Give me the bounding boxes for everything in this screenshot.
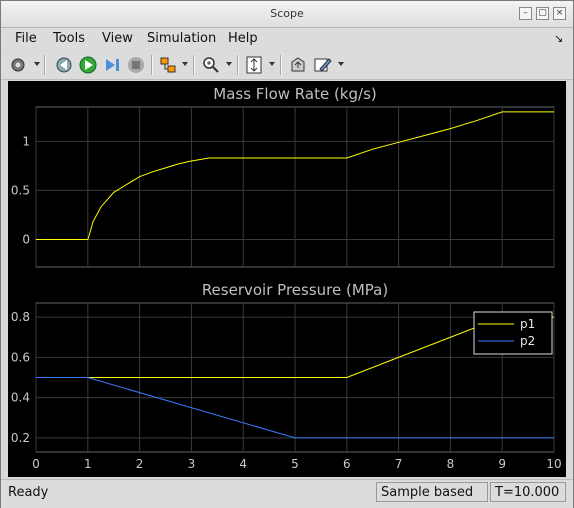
menu-bar: File Tools View Simulation Help ↘	[1, 28, 573, 50]
plot1-ytick-label: 1	[22, 134, 30, 148]
plot2-xtick-label: 1	[84, 457, 92, 471]
close-icon[interactable]: ×	[553, 7, 566, 20]
plot2-legend	[473, 311, 553, 355]
style-edit-icon[interactable]	[311, 54, 333, 76]
maximize-icon[interactable]: ▢	[536, 7, 549, 20]
menu-simulation[interactable]: Simulation	[147, 31, 216, 46]
plot1-title: Mass Flow Rate (kg/s)	[213, 85, 376, 103]
plot2-xtick-label: 6	[343, 457, 351, 471]
settings-gear-icon[interactable]	[7, 54, 29, 76]
menu-view[interactable]: View	[102, 31, 133, 46]
plot2-ytick-label: 0.6	[11, 350, 30, 364]
scope-window: Scope – ▢ × File Tools View Simulation H…	[0, 0, 574, 508]
simulation-time-indicator: T=10.000	[490, 482, 566, 502]
toolbar	[1, 51, 573, 80]
plot2-xtick-label: 0	[32, 457, 40, 471]
step-back-icon[interactable]	[53, 54, 75, 76]
plot2-legend-label-p2: p2	[520, 334, 535, 348]
step-forward-icon[interactable]	[101, 54, 123, 76]
status-text: Ready	[8, 485, 49, 500]
plot2-xtick-label: 5	[291, 457, 299, 471]
window-title: Scope	[270, 7, 304, 20]
plot2-xtick-label: 10	[546, 457, 561, 471]
restore-layout-icon[interactable]	[287, 54, 309, 76]
menu-tools[interactable]: Tools	[53, 31, 85, 46]
plot2-xtick-label: 3	[188, 457, 196, 471]
plot2-ytick-label: 0.2	[11, 431, 30, 445]
status-bar: Ready Sample based T=10.000	[1, 479, 573, 508]
zoom-in-icon[interactable]	[200, 54, 222, 76]
plot1-ytick-label: 0.5	[11, 183, 30, 197]
dock-arrow-icon[interactable]: ↘	[554, 32, 563, 45]
plot1-ytick-label: 0	[22, 233, 30, 247]
plot2-ytick-label: 0.8	[11, 310, 30, 324]
menu-file[interactable]: File	[15, 31, 37, 46]
run-icon[interactable]	[77, 54, 99, 76]
scale-axes-icon[interactable]	[243, 54, 265, 76]
plot2-xtick-label: 7	[395, 457, 403, 471]
menu-help[interactable]: Help	[228, 31, 258, 46]
plot2-xtick-label: 2	[136, 457, 144, 471]
stop-icon[interactable]	[125, 54, 147, 76]
scope-display: Mass Flow Rate (kg/s) 0 0.5 1 Reservoir Pres…	[8, 81, 566, 477]
plot2-title: Reservoir Pressure (MPa)	[202, 281, 388, 299]
scope-plots: Mass Flow Rate (kg/s) 0 0.5 1 Reservoir Pres…	[11, 85, 562, 471]
title-bar: Scope – ▢ ×	[1, 1, 573, 28]
plot2-ytick-label: 0.4	[11, 391, 30, 405]
sample-mode-indicator: Sample based	[376, 482, 488, 502]
highlight-simulink-icon[interactable]	[157, 54, 179, 76]
plot2-xtick-label: 4	[239, 457, 247, 471]
plot2-xtick-label: 9	[498, 457, 506, 471]
plot2-legend-label-p1: p1	[520, 317, 535, 331]
minimize-icon[interactable]: –	[519, 7, 532, 20]
plot2-xtick-label: 8	[447, 457, 455, 471]
